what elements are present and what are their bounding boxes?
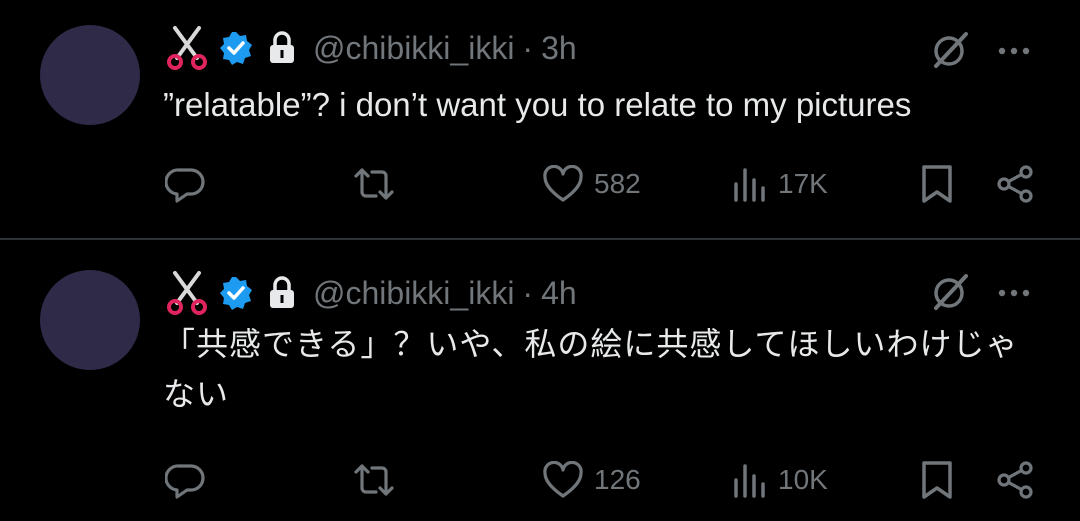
retweet-icon xyxy=(354,464,394,496)
tweet-text: 「共感できる」？いや、私の絵に共感してほしいわけじゃない xyxy=(163,325,1019,413)
like-count: 126 xyxy=(594,464,641,495)
timestamp[interactable]: 3h xyxy=(541,30,577,67)
separator-dot: · xyxy=(522,29,534,66)
bookmark-icon xyxy=(922,165,952,203)
like-button[interactable]: 582 xyxy=(542,162,641,206)
user-handle[interactable]: @chibikki_ikki xyxy=(313,275,514,312)
bookmark-button[interactable] xyxy=(920,162,954,206)
tweet[interactable]: @chibikki_ikki · 3h ”relatable”? i don’t… xyxy=(0,0,1080,238)
share-icon xyxy=(997,165,1033,203)
views-icon xyxy=(734,168,765,202)
timestamp[interactable]: 4h xyxy=(541,275,577,312)
reply-icon xyxy=(165,168,205,203)
view-count: 17K xyxy=(778,168,828,199)
views-button[interactable]: 17K xyxy=(732,162,828,206)
tweet-text: ”relatable”? i don’t want you to relate … xyxy=(163,86,912,123)
reply-button[interactable] xyxy=(165,162,207,206)
share-icon xyxy=(997,461,1033,499)
lock-icon xyxy=(267,31,297,65)
scissors-icon xyxy=(165,26,209,70)
grok-icon[interactable] xyxy=(928,28,972,72)
like-icon xyxy=(543,165,583,202)
views-button[interactable]: 10K xyxy=(732,458,828,502)
like-count: 582 xyxy=(594,168,641,199)
like-icon xyxy=(543,461,583,498)
retweet-button[interactable] xyxy=(352,162,396,206)
tweet[interactable]: @chibikki_ikki · 4h 「共感できる」？いや、私の絵に共感してほ… xyxy=(0,240,1080,521)
scissors-icon xyxy=(165,271,209,315)
share-button[interactable] xyxy=(996,162,1036,206)
bookmark-icon xyxy=(922,461,952,499)
avatar[interactable] xyxy=(40,25,140,125)
more-icon[interactable] xyxy=(996,44,1032,56)
reply-icon xyxy=(165,464,205,499)
tweet-header: @chibikki_ikki · 4h xyxy=(165,271,577,315)
views-icon xyxy=(734,464,765,498)
retweet-button[interactable] xyxy=(352,458,396,502)
verified-badge-icon[interactable] xyxy=(219,31,253,65)
more-icon[interactable] xyxy=(996,286,1032,298)
view-count: 10K xyxy=(778,464,828,495)
retweet-icon xyxy=(354,168,394,200)
action-bar: 582 17K xyxy=(0,162,1080,206)
share-button[interactable] xyxy=(996,458,1036,502)
avatar[interactable] xyxy=(40,270,140,370)
lock-icon xyxy=(267,276,297,310)
verified-badge-icon[interactable] xyxy=(219,276,253,310)
grok-icon[interactable] xyxy=(928,270,972,314)
like-button[interactable]: 126 xyxy=(542,458,641,502)
separator-dot: · xyxy=(522,274,534,311)
tweet-header: @chibikki_ikki · 3h xyxy=(165,26,577,70)
user-handle[interactable]: @chibikki_ikki xyxy=(313,30,514,67)
reply-button[interactable] xyxy=(165,458,207,502)
bookmark-button[interactable] xyxy=(920,458,954,502)
action-bar: 126 10K xyxy=(0,458,1080,502)
